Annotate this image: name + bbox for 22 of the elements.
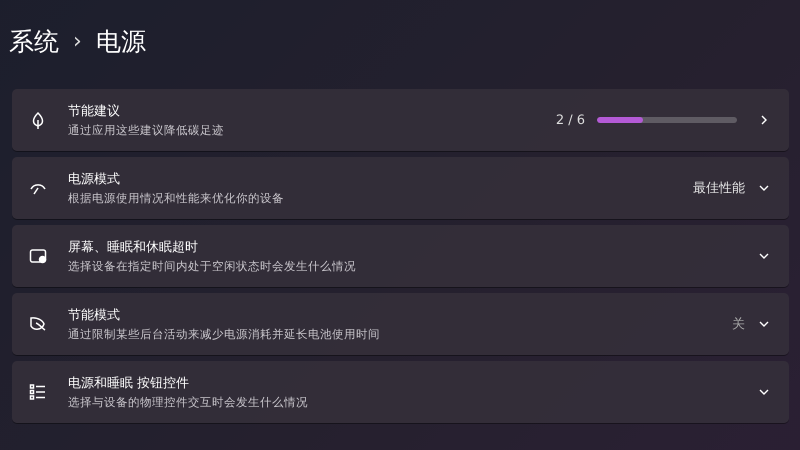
card-title: 电源模式 xyxy=(68,171,121,188)
card-description: 通过限制某些后台活动来减少电源消耗并延长电池使用时间 xyxy=(68,327,381,342)
breadcrumb-separator: › xyxy=(73,28,82,54)
page-title: 电源 xyxy=(96,26,146,58)
card-description: 选择设备在指定时间内处于空闲状态时会发生什么情况 xyxy=(68,259,357,274)
card-title: 节能模式 xyxy=(68,307,121,324)
breadcrumb-parent[interactable]: 系统 xyxy=(9,24,59,58)
card-title: 节能建议 xyxy=(68,103,121,120)
settings-card[interactable]: 电源和睡眠 按钮控件 选择与设备的物理控件交互时会发生什么情况 xyxy=(12,361,789,423)
progress-reading: 2 / 6 xyxy=(556,112,585,128)
card-title: 电源和睡眠 按钮控件 xyxy=(68,375,190,392)
card-description: 选择与设备的物理控件交互时会发生什么情况 xyxy=(68,395,309,410)
settings-card[interactable]: 屏幕、睡眠和休眠超时 选择设备在指定时间内处于空闲状态时会发生什么情况 xyxy=(12,225,789,287)
card-title: 屏幕、睡眠和休眠超时 xyxy=(68,239,199,256)
current-value: 关 xyxy=(732,316,745,333)
card-description: 根据电源使用情况和性能来优化你的设备 xyxy=(68,191,285,206)
settings-card[interactable]: 电源模式 根据电源使用情况和性能来优化你的设备 最佳性能 xyxy=(12,157,789,219)
card-description: 通过应用这些建议降低碳足迹 xyxy=(68,123,225,138)
settings-card[interactable]: 节能模式 通过限制某些后台活动来减少电源消耗并延长电池使用时间 关 xyxy=(12,293,789,355)
list-icon xyxy=(28,382,48,402)
current-value: 最佳性能 xyxy=(693,180,745,197)
settings-card[interactable]: 节能建议 通过应用这些建议降低碳足迹 2 / 6 xyxy=(12,89,789,151)
